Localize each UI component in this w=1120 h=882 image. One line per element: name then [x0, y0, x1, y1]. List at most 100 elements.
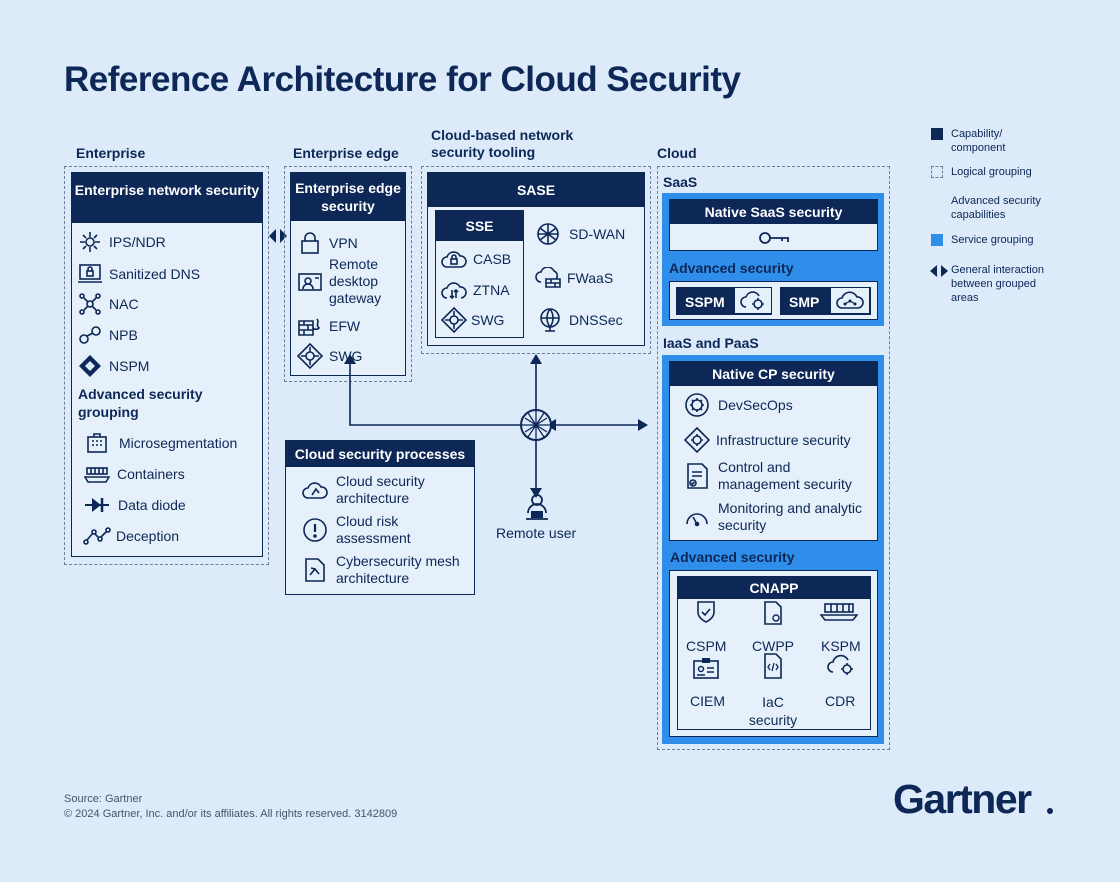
- enterprise-item-label: IPS/NDR: [109, 233, 166, 250]
- shield-gear-icon: [684, 427, 710, 453]
- enterprise-item-sanitized-dns: Sanitized DNS: [77, 262, 200, 286]
- enterprise-item-nac: NAC: [77, 292, 139, 316]
- legend-label-logical-grouping: Logical grouping: [951, 166, 1032, 178]
- sse-item-label: CASB: [473, 250, 512, 267]
- enterprise-item-nspm: NSPM: [77, 354, 149, 378]
- enterprise-item-npb: NPB: [77, 323, 138, 347]
- smp-badge: SMP: [780, 287, 871, 315]
- cloud-lock-icon: [441, 247, 467, 271]
- gartner-logo: Gartner: [893, 776, 1032, 822]
- process-item-architecture: Cloud security architecture: [302, 473, 446, 507]
- enterprise-adv-containers: Containers: [84, 462, 185, 486]
- workload-doc-icon: [764, 601, 782, 625]
- legend-label-service-grouping: Service grouping: [951, 234, 1034, 246]
- edge-item-label: VPN: [329, 234, 358, 251]
- network-hub-icon: [77, 292, 103, 316]
- legend-swatch-capability: [931, 128, 943, 140]
- smp-label: SMP: [789, 294, 820, 310]
- process-item-label: Cybersecurity mesh architecture: [336, 553, 460, 586]
- mesh-document-icon: [302, 558, 328, 582]
- diamond-policy-icon: [77, 354, 103, 378]
- cnapp-item-cdr: CDR: [825, 693, 856, 709]
- iaas-advanced-security-label: Advanced security: [670, 549, 795, 565]
- cp-item-label: Infrastructure security: [716, 431, 851, 448]
- legend-interaction-arrow-icon: [930, 265, 948, 277]
- iaas-paas-label: IaaS and PaaS: [663, 335, 759, 351]
- enterprise-adv-label: Deception: [116, 527, 180, 544]
- gateway-shield-icon: [297, 343, 323, 369]
- sase-item-fwaas: FWaaS: [535, 266, 613, 290]
- column-label-cloud-network: Cloud-based network security tooling: [431, 127, 574, 160]
- broker-links-icon: [77, 323, 103, 347]
- enterprise-adv-deception: Deception: [83, 524, 180, 548]
- internet-globe-icon: [520, 409, 552, 441]
- cloud-gear-icon: [735, 288, 771, 313]
- sase-item-dnssec: DNSSec: [537, 308, 623, 332]
- cloud-design-icon: [302, 478, 328, 502]
- enterprise-item-ips-ndr: IPS/NDR: [77, 230, 166, 254]
- native-saas-security-box: Native SaaS security: [669, 199, 878, 251]
- code-doc-icon: [764, 653, 782, 679]
- cnapp-item-ciem: CIEM: [690, 693, 725, 709]
- sse-item-label: SWG: [471, 311, 505, 328]
- cp-item-control-management: Control and management security: [684, 459, 863, 493]
- sase-item-label: SD-WAN: [569, 225, 626, 242]
- shield-check-icon: [697, 601, 715, 623]
- enterprise-adv-data-diode: Data diode: [84, 493, 186, 517]
- container-ship-icon: [84, 462, 110, 486]
- enterprise-item-label: NSPM: [109, 357, 150, 374]
- cloud-sync-icon: [441, 278, 467, 302]
- column-label-cloud: Cloud: [657, 145, 697, 161]
- sse-header: SSE: [436, 211, 523, 241]
- globe-network-icon: [537, 308, 563, 332]
- enterprise-adv-label: Data diode: [118, 496, 186, 513]
- legend-label-advanced-security: Advanced security capabilities: [951, 195, 1041, 221]
- target-network-icon: [77, 230, 103, 254]
- legend-label-capability: Capability/ component: [951, 128, 1006, 154]
- id-card-icon: [693, 658, 719, 679]
- enterprise-network-security-header: Enterprise network security: [72, 173, 262, 223]
- firewall-icon: [297, 314, 323, 338]
- key-icon: [759, 232, 789, 244]
- edge-item-label: Remote desktop gateway: [329, 256, 382, 306]
- cnapp-item-iac-security: IaC security: [748, 694, 798, 728]
- native-saas-security-header: Native SaaS security: [670, 200, 877, 224]
- cp-item-label: DevSecOps: [718, 396, 793, 413]
- sase-header: SASE: [428, 173, 644, 207]
- enterprise-item-label: NPB: [109, 326, 138, 343]
- process-item-mesh: Cybersecurity mesh architecture: [302, 553, 466, 587]
- gateway-shield-icon: [441, 307, 467, 333]
- cloud-firewall-icon: [535, 266, 561, 290]
- decoy-path-icon: [83, 524, 111, 548]
- sspm-label: SSPM: [685, 294, 725, 310]
- remote-desktop-icon: [297, 271, 323, 295]
- cloud-network-icon: [831, 288, 869, 313]
- building-grid-icon: [84, 431, 110, 455]
- remote-user-icon: [526, 494, 548, 520]
- advanced-security-grouping-label: Advanced security grouping: [78, 386, 203, 420]
- enterprise-adv-microsegmentation: Microsegmentation: [84, 431, 237, 455]
- saas-advanced-security-label: Advanced security: [669, 260, 794, 276]
- edge-item-label: EFW: [329, 317, 361, 334]
- cnapp-item-cspm: CSPM: [686, 638, 727, 654]
- mesh-network-icon: [535, 222, 561, 246]
- remote-user-label: Remote user: [496, 525, 577, 541]
- sase-item-label: FWaaS: [567, 269, 614, 286]
- sse-item-swg: SWG: [441, 307, 505, 333]
- cloud-security-processes-header: Cloud security processes: [286, 441, 474, 467]
- edge-item-remote-desktop-gateway: Remote desktop gateway: [297, 256, 391, 307]
- cp-item-label: Monitoring and analytic security: [718, 500, 862, 533]
- edge-item-vpn: VPN: [297, 231, 358, 255]
- cnapp-header: CNAPP: [678, 577, 870, 599]
- sase-item-sd-wan: SD-WAN: [535, 222, 625, 246]
- sase-item-label: DNSSec: [569, 311, 623, 328]
- container-ship-icon: [820, 603, 858, 621]
- edge-item-efw: EFW: [297, 314, 360, 338]
- footer-source: Source: Gartner: [64, 793, 143, 805]
- gear-cycle-icon: [684, 393, 710, 417]
- legend-swatch-service-grouping: [931, 234, 943, 246]
- column-label-enterprise: Enterprise: [76, 145, 146, 161]
- sse-item-label: ZTNA: [473, 281, 510, 298]
- laptop-lock-icon: [77, 262, 103, 286]
- cp-item-devsecops: DevSecOps: [684, 393, 793, 417]
